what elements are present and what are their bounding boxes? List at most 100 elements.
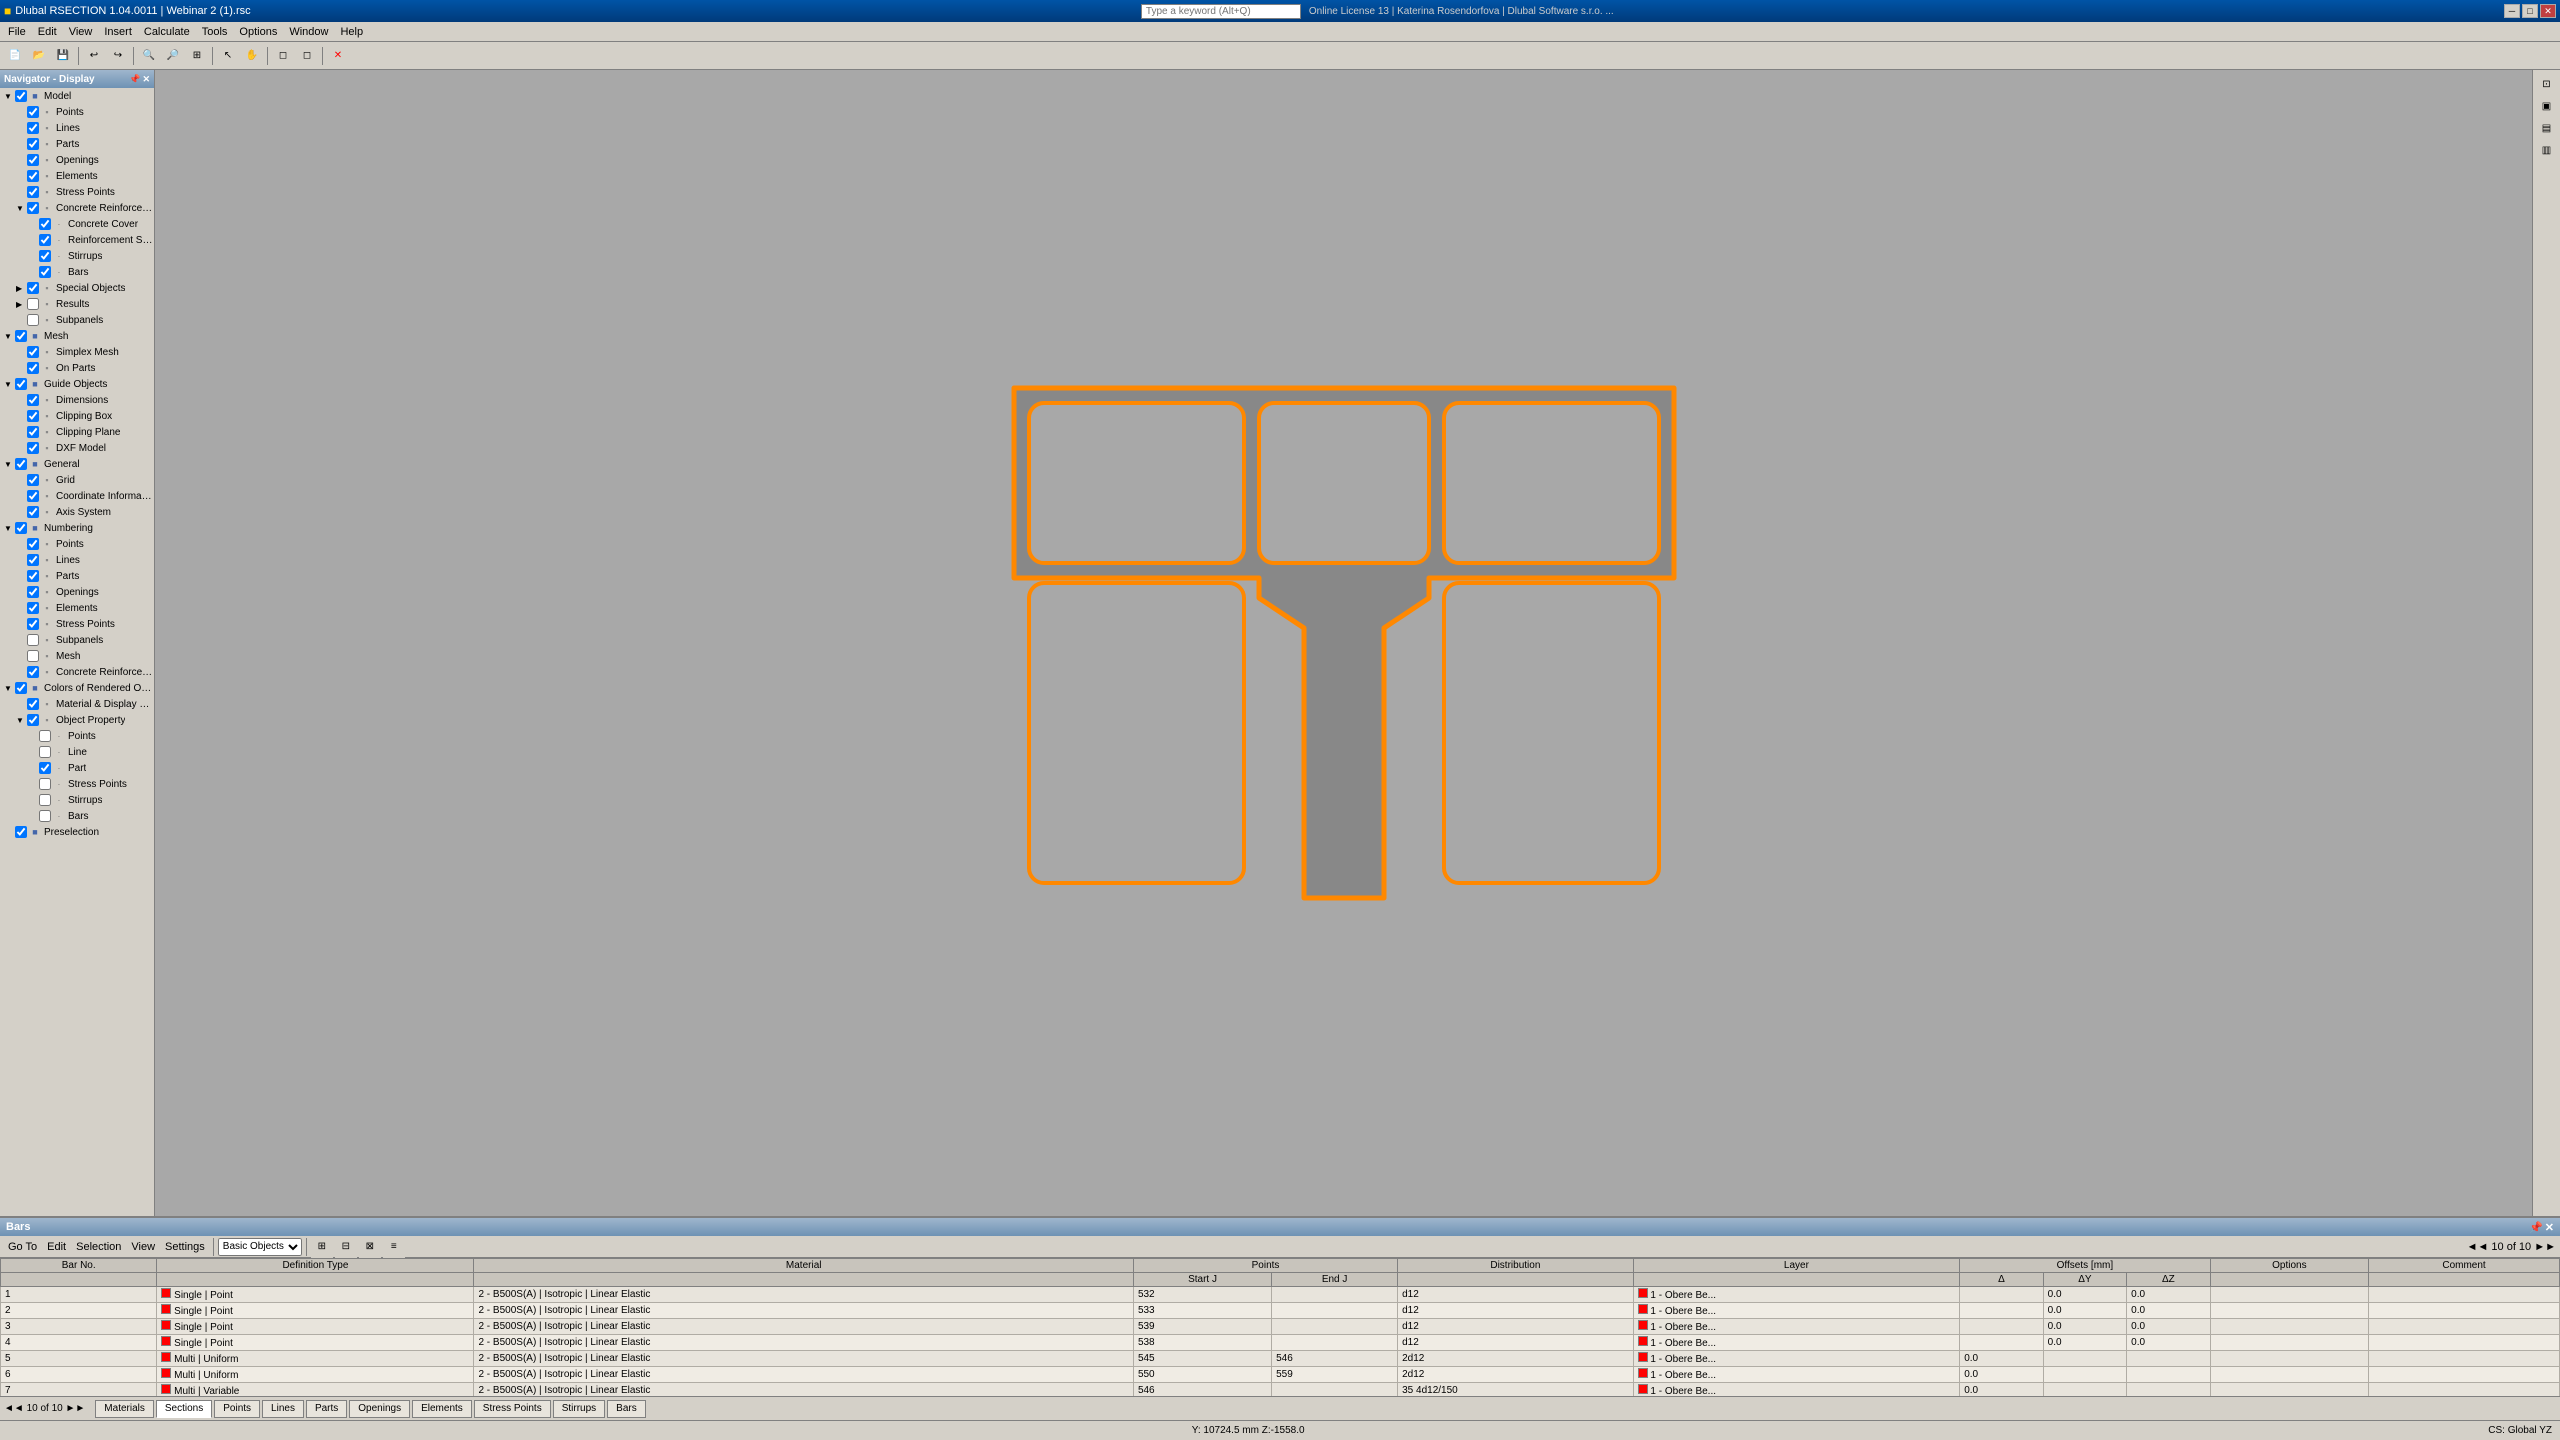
bars-table-container[interactable]: Bar No. Definition Type Material Points … <box>0 1258 2560 1398</box>
tree-arrow-39[interactable]: ▼ <box>16 716 26 725</box>
tree-check-5[interactable] <box>27 170 39 182</box>
bottom-panel-close-button[interactable]: ✕ <box>2545 1221 2554 1234</box>
view-button[interactable]: View <box>127 1241 159 1253</box>
tree-check-28[interactable] <box>27 538 39 550</box>
maximize-button[interactable]: □ <box>2522 4 2538 18</box>
tree-arrow-13[interactable]: ▶ <box>16 300 26 309</box>
tree-item-15[interactable]: ▼■Mesh <box>0 328 154 344</box>
tree-check-9[interactable] <box>39 234 51 246</box>
move-button[interactable]: ✋ <box>241 45 263 67</box>
tree-item-33[interactable]: ▪Stress Points <box>0 616 154 632</box>
tree-check-17[interactable] <box>27 362 39 374</box>
stop-button[interactable]: ✕ <box>327 45 349 67</box>
tree-arrow-7[interactable]: ▼ <box>16 204 26 213</box>
tree-item-24[interactable]: ▪Grid <box>0 472 154 488</box>
undo-button[interactable]: ↩ <box>83 45 105 67</box>
tree-item-25[interactable]: ▪Coordinate Information on Cursor <box>0 488 154 504</box>
tree-check-1[interactable] <box>27 106 39 118</box>
table-row[interactable]: 1 Single | Point 2 - B500S(A) | Isotropi… <box>1 1287 2560 1303</box>
tab-bars[interactable]: Bars <box>607 1400 646 1418</box>
zoom-out-button[interactable]: 🔎 <box>162 45 184 67</box>
tab-materials[interactable]: Materials <box>95 1400 154 1418</box>
bottom-panel-pin-button[interactable]: 📌 <box>2529 1221 2543 1234</box>
tree-item-6[interactable]: ▪Stress Points <box>0 184 154 200</box>
table-btn-1[interactable]: ⊞ <box>311 1236 333 1258</box>
tree-check-44[interactable] <box>39 794 51 806</box>
tree-arrow-12[interactable]: ▶ <box>16 284 26 293</box>
tree-item-5[interactable]: ▪Elements <box>0 168 154 184</box>
tree-check-11[interactable] <box>39 266 51 278</box>
tree-check-24[interactable] <box>27 474 39 486</box>
tree-check-27[interactable] <box>15 522 27 534</box>
tree-item-19[interactable]: ▪Dimensions <box>0 392 154 408</box>
tree-arrow-0[interactable]: ▼ <box>4 92 14 101</box>
tree-arrow-23[interactable]: ▼ <box>4 460 14 469</box>
tree-item-1[interactable]: ▪Points <box>0 104 154 120</box>
tab-stress-points[interactable]: Stress Points <box>474 1400 551 1418</box>
menu-item-view[interactable]: View <box>63 24 99 40</box>
tree-check-16[interactable] <box>27 346 39 358</box>
tab-sections[interactable]: Sections <box>156 1400 212 1418</box>
tree-item-29[interactable]: ▪Lines <box>0 552 154 568</box>
tree-check-10[interactable] <box>39 250 51 262</box>
goto-button[interactable]: Go To <box>4 1241 41 1253</box>
tab-elements[interactable]: Elements <box>412 1400 472 1418</box>
tree-item-40[interactable]: ·Points <box>0 728 154 744</box>
tab-parts[interactable]: Parts <box>306 1400 347 1418</box>
tree-item-43[interactable]: ·Stress Points <box>0 776 154 792</box>
settings-button[interactable]: Settings <box>161 1241 209 1253</box>
tree-item-13[interactable]: ▶▪Results <box>0 296 154 312</box>
tree-item-42[interactable]: ·Part <box>0 760 154 776</box>
tree-item-39[interactable]: ▼▪Object Property <box>0 712 154 728</box>
tree-item-32[interactable]: ▪Elements <box>0 600 154 616</box>
tree-check-26[interactable] <box>27 506 39 518</box>
tree-check-21[interactable] <box>27 426 39 438</box>
menu-item-calculate[interactable]: Calculate <box>138 24 196 40</box>
tree-check-39[interactable] <box>27 714 39 726</box>
table-row[interactable]: 5 Multi | Uniform 2 - B500S(A) | Isotrop… <box>1 1351 2560 1367</box>
view3d-button[interactable]: ⊡ <box>2537 74 2557 94</box>
tree-check-4[interactable] <box>27 154 39 166</box>
tree-item-45[interactable]: ·Bars <box>0 808 154 824</box>
tab-stirrups[interactable]: Stirrups <box>553 1400 605 1418</box>
tab-points[interactable]: Points <box>214 1400 260 1418</box>
tree-item-16[interactable]: ▪Simplex Mesh <box>0 344 154 360</box>
tree-check-22[interactable] <box>27 442 39 454</box>
tree-item-21[interactable]: ▪Clipping Plane <box>0 424 154 440</box>
page-nav[interactable]: ◄◄ 10 of 10 ►► <box>4 1403 85 1414</box>
open-button[interactable]: 📂 <box>28 45 50 67</box>
tree-check-29[interactable] <box>27 554 39 566</box>
tree-check-25[interactable] <box>27 490 39 502</box>
tree-check-18[interactable] <box>15 378 27 390</box>
tree-check-42[interactable] <box>39 762 51 774</box>
canvas-area[interactable]: ⊡ ▣ ▤ ▥ <box>155 70 2560 1216</box>
navigator-pin-button[interactable]: 📌 <box>129 74 140 85</box>
navigator-close-button[interactable]: ✕ <box>142 74 150 85</box>
viewport[interactable] <box>155 70 2532 1216</box>
tab-openings[interactable]: Openings <box>349 1400 410 1418</box>
tree-item-2[interactable]: ▪Lines <box>0 120 154 136</box>
table-row[interactable]: 6 Multi | Uniform 2 - B500S(A) | Isotrop… <box>1 1367 2560 1383</box>
tree-arrow-18[interactable]: ▼ <box>4 380 14 389</box>
tree-check-23[interactable] <box>15 458 27 470</box>
tree-check-13[interactable] <box>27 298 39 310</box>
tree-check-19[interactable] <box>27 394 39 406</box>
tree-arrow-15[interactable]: ▼ <box>4 332 14 341</box>
close-button[interactable]: ✕ <box>2540 4 2556 18</box>
tree-item-4[interactable]: ▪Openings <box>0 152 154 168</box>
tree-check-30[interactable] <box>27 570 39 582</box>
keyword-search-input[interactable] <box>1141 4 1301 19</box>
tree-item-28[interactable]: ▪Points <box>0 536 154 552</box>
tree-check-35[interactable] <box>27 650 39 662</box>
tree-item-8[interactable]: ·Concrete Cover <box>0 216 154 232</box>
menu-item-edit[interactable]: Edit <box>32 24 63 40</box>
tree-item-17[interactable]: ▪On Parts <box>0 360 154 376</box>
table-row[interactable]: 3 Single | Point 2 - B500S(A) | Isotropi… <box>1 1319 2560 1335</box>
tree-item-27[interactable]: ▼■Numbering <box>0 520 154 536</box>
tree-item-18[interactable]: ▼■Guide Objects <box>0 376 154 392</box>
tree-arrow-37[interactable]: ▼ <box>4 684 14 693</box>
menu-item-options[interactable]: Options <box>233 24 283 40</box>
tree-check-32[interactable] <box>27 602 39 614</box>
tree-check-31[interactable] <box>27 586 39 598</box>
tree-item-22[interactable]: ▪DXF Model <box>0 440 154 456</box>
